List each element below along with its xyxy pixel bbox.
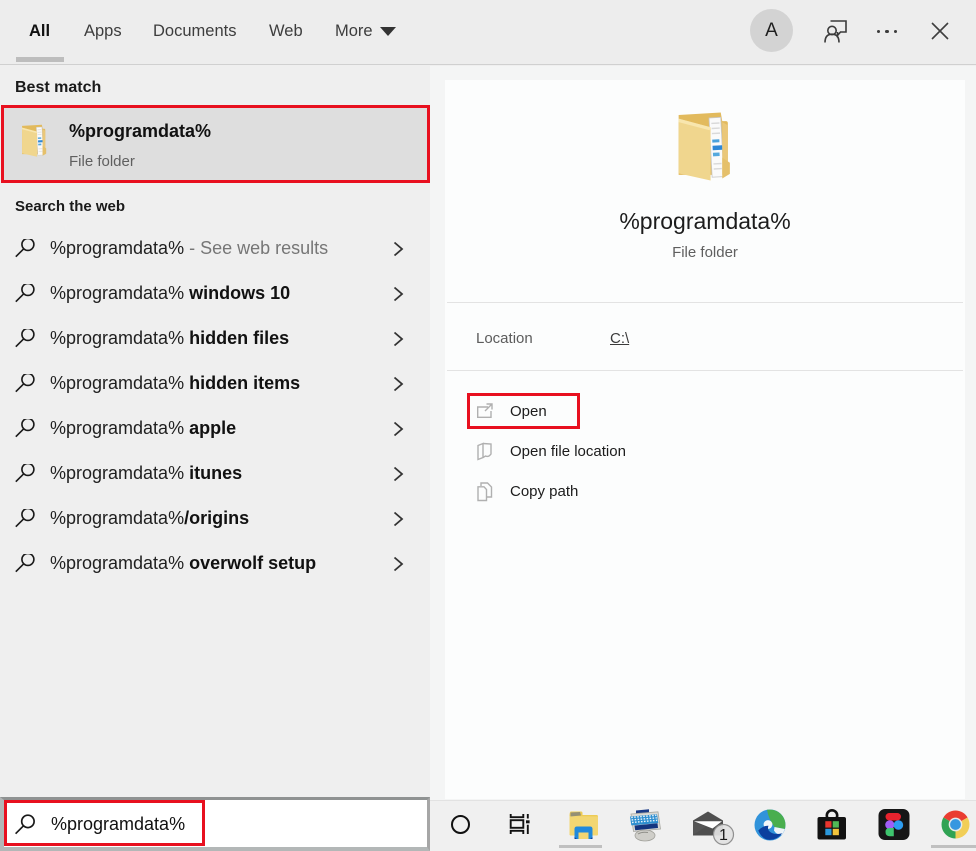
svg-text:1: 1: [719, 827, 728, 844]
